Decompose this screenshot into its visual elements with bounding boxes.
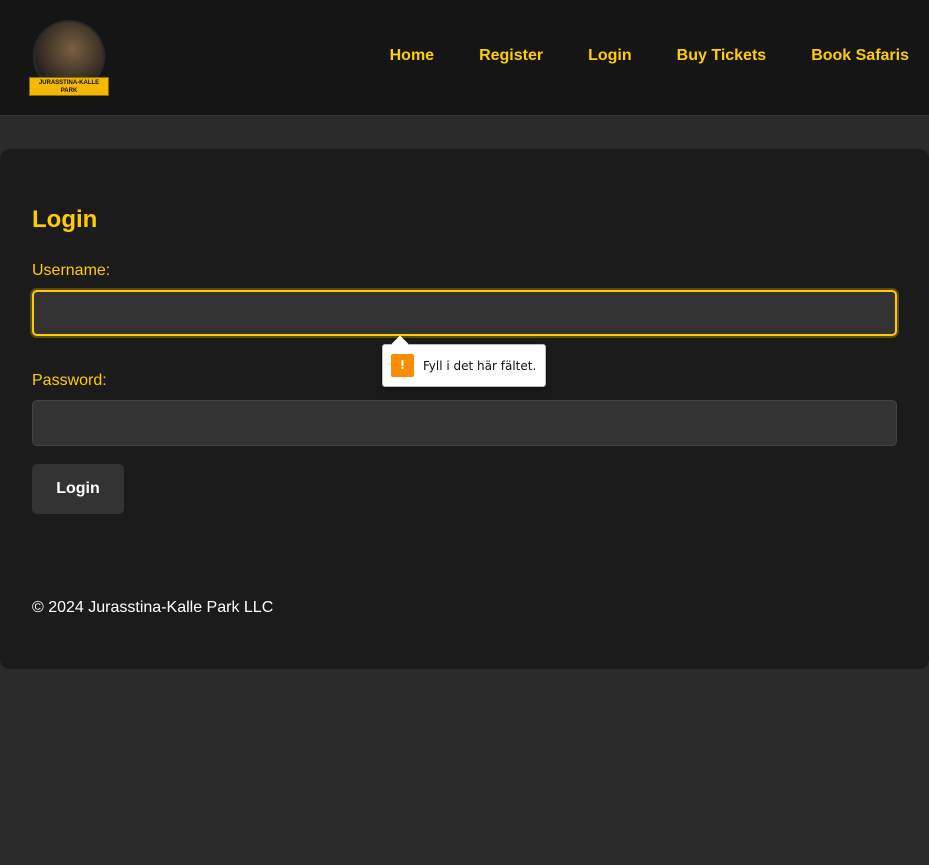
- password-input[interactable]: [32, 400, 897, 446]
- tooltip-text: Fyll i det här fältet.: [423, 358, 537, 373]
- username-input[interactable]: [32, 290, 897, 336]
- footer-copyright: © 2024 Jurasstina-Kalle Park LLC: [32, 599, 274, 616]
- logo-text: JURASSTINA-KALLE PARK: [29, 77, 109, 96]
- park-logo[interactable]: JURASSTINA-KALLE PARK: [29, 20, 109, 96]
- nav-book-safaris[interactable]: Book Safaris: [811, 47, 909, 65]
- warning-icon: !: [391, 354, 414, 377]
- main-nav: Home Register Login Buy Tickets Book Saf…: [345, 47, 909, 65]
- password-label: Password:: [32, 372, 107, 389]
- nav-register[interactable]: Register: [479, 47, 543, 65]
- nav-login[interactable]: Login: [588, 47, 632, 65]
- nav-home[interactable]: Home: [390, 47, 434, 65]
- nav-buy-tickets[interactable]: Buy Tickets: [677, 47, 767, 65]
- page-title: Login: [32, 206, 98, 233]
- validation-tooltip: ! Fyll i det här fältet.: [382, 344, 546, 387]
- login-card: Login Username: Password: Login © 2024 J…: [0, 149, 929, 669]
- site-header: JURASSTINA-KALLE PARK Home Register Logi…: [0, 0, 929, 116]
- login-button[interactable]: Login: [32, 464, 124, 514]
- username-label: Username:: [32, 262, 111, 279]
